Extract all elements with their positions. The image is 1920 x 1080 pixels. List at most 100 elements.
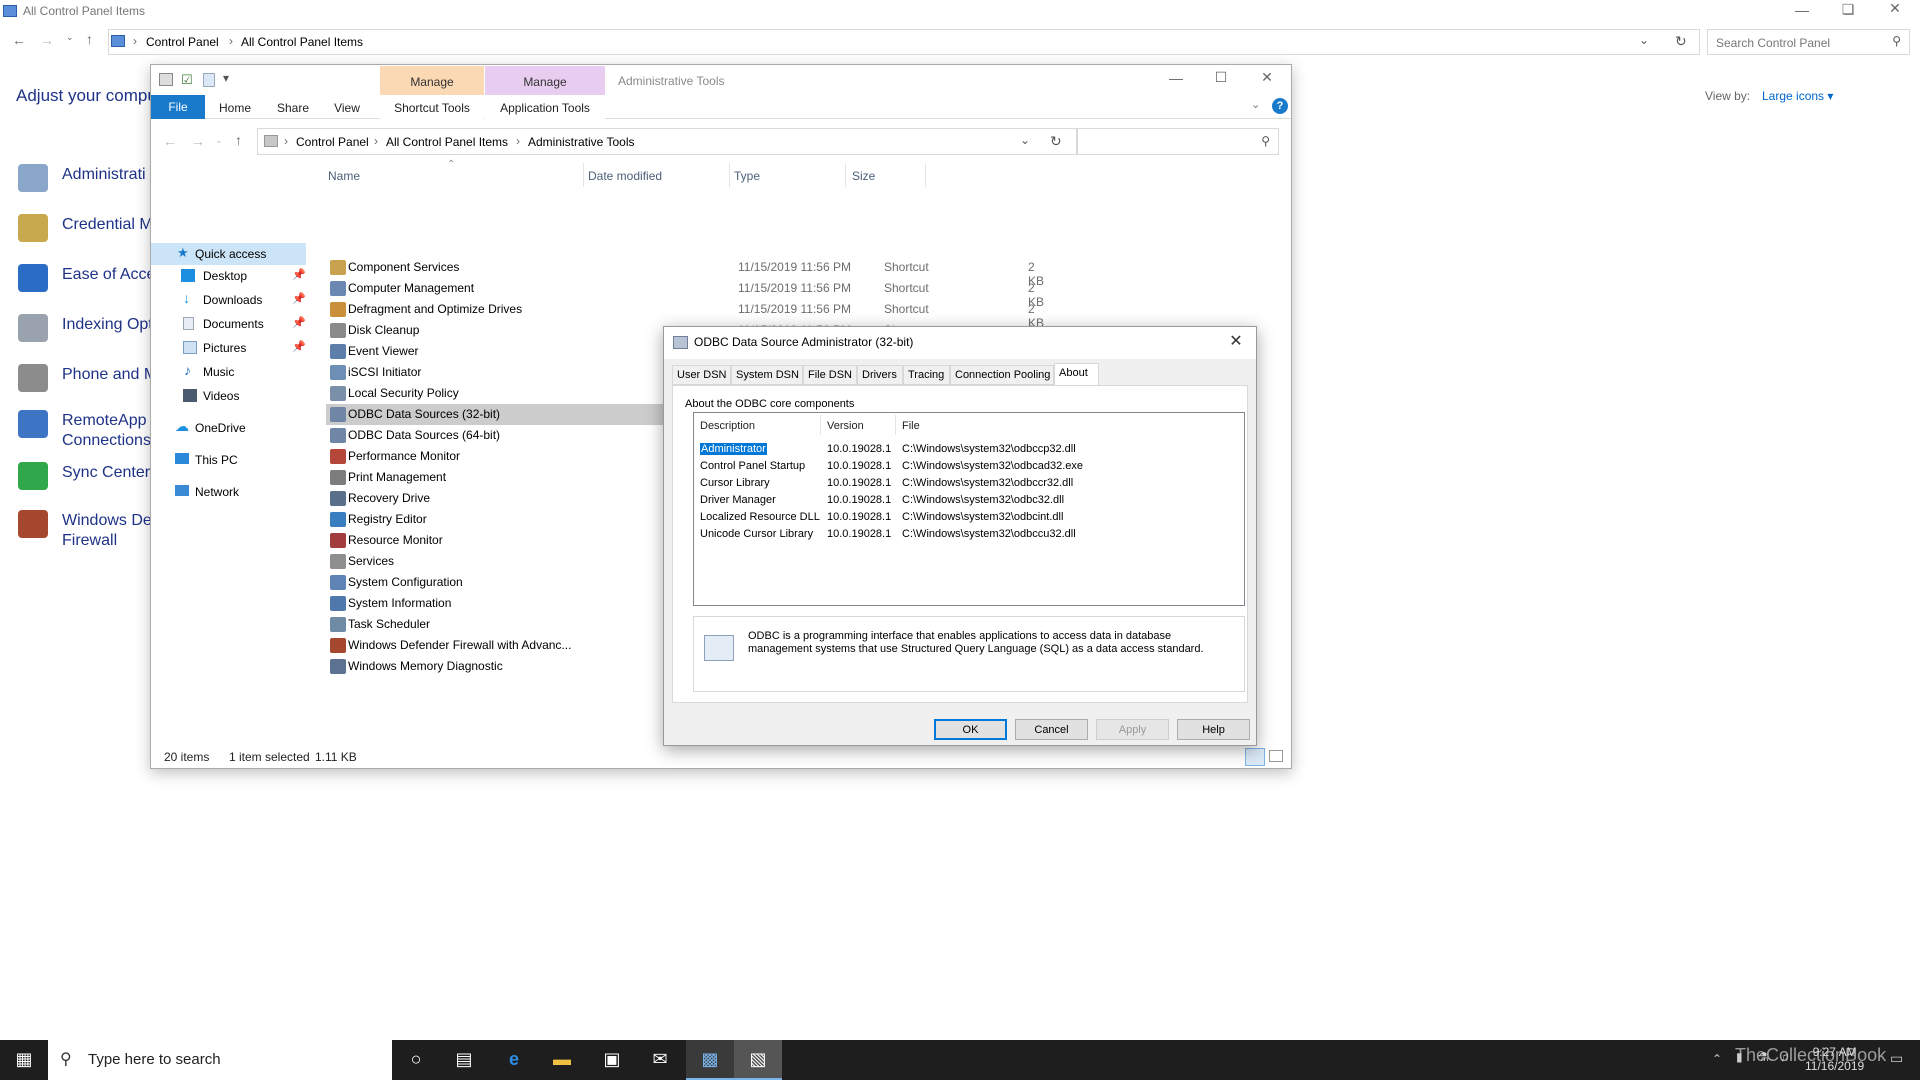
explorer-recent-icon[interactable]: ⌄: [215, 135, 223, 146]
back-arrow-icon[interactable]: ←: [12, 32, 26, 48]
ribbon-expand-icon[interactable]: ⌄: [1251, 98, 1260, 111]
outer-search-input[interactable]: Search Control Panel ⚲: [1707, 29, 1910, 55]
dialog-tab[interactable]: Drivers: [857, 365, 903, 385]
file-row[interactable]: Local Security Policy11/15/2019 11:: [326, 383, 816, 404]
dialog-tab[interactable]: Tracing: [903, 365, 950, 385]
explorer-up-icon[interactable]: ↑: [235, 132, 242, 148]
up-arrow-icon[interactable]: ↑: [86, 31, 93, 47]
dialog-tab[interactable]: Connection Pooling: [950, 365, 1054, 385]
dialog-tab[interactable]: System DSN: [731, 365, 803, 385]
explorer-address-bar[interactable]: › Control Panel › All Control Panel Item…: [257, 128, 1077, 155]
column-type[interactable]: Type: [734, 169, 760, 183]
outer-restore-button[interactable]: ❏: [1828, 1, 1868, 18]
tab-view[interactable]: View: [327, 95, 367, 119]
file-row[interactable]: ODBC Data Sources (32-bit)11/15/2019 11:: [326, 404, 816, 425]
notifications-icon[interactable]: ▭: [1890, 1050, 1903, 1067]
column-divider[interactable]: [729, 163, 730, 187]
file-row[interactable]: Defragment and Optimize Drives 11/15/2019…: [326, 299, 1044, 330]
tab-home[interactable]: Home: [211, 95, 259, 119]
file-row[interactable]: Registry Editor11/15/2019 11:: [326, 509, 816, 530]
tab-share[interactable]: Share: [269, 95, 317, 119]
control-panel-taskbar-icon[interactable]: ▩: [686, 1040, 734, 1080]
file-row[interactable]: Component Services 11/15/2019 11:56 PM Sho…: [326, 257, 1044, 288]
column-version[interactable]: Version: [827, 420, 864, 432]
dialog-tab[interactable]: About: [1054, 363, 1099, 386]
chevron-up-icon[interactable]: ⌃: [1712, 1052, 1722, 1066]
column-size[interactable]: Size: [852, 169, 875, 183]
forward-arrow-icon[interactable]: →: [40, 32, 54, 48]
file-row[interactable]: ODBC Data Sources (64-bit)11/15/2019 11:: [326, 425, 816, 446]
details-view-icon[interactable]: [1245, 748, 1265, 766]
nav-this-pc[interactable]: This PC: [151, 449, 306, 471]
mail-icon[interactable]: ✉: [636, 1040, 684, 1080]
tab-file[interactable]: File: [151, 95, 205, 119]
pin-icon[interactable]: 📌: [292, 340, 306, 353]
column-divider[interactable]: [925, 163, 926, 187]
store-icon[interactable]: ▣: [588, 1040, 636, 1080]
explorer-back-icon[interactable]: ←: [163, 133, 177, 149]
nav-onedrive[interactable]: ☁ OneDrive: [151, 417, 306, 439]
help-icon[interactable]: ?: [1272, 98, 1288, 114]
list-row[interactable]: Localized Resource DLL 10.0.19028.1 C:\Win…: [700, 509, 1240, 526]
nav-desktop[interactable]: Desktop 📌: [151, 265, 306, 287]
pin-icon[interactable]: 📌: [292, 292, 306, 305]
explorer-search-input[interactable]: ⚲: [1077, 128, 1279, 155]
outer-close-button[interactable]: ✕: [1875, 0, 1915, 17]
refresh-icon[interactable]: ↻: [1050, 133, 1062, 150]
breadcrumb-admin-tools[interactable]: Administrative Tools: [528, 135, 635, 149]
explorer-close-button[interactable]: ✕: [1247, 69, 1287, 86]
address-dropdown-icon[interactable]: ⌄: [1020, 133, 1030, 147]
file-row[interactable]: Computer Management 11/15/2019 11:56 PM Sh…: [326, 278, 1044, 309]
file-row[interactable]: Windows Defender Firewall with Advanc...…: [326, 635, 816, 656]
dialog-tab[interactable]: File DSN: [803, 365, 857, 385]
breadcrumb-control-panel[interactable]: Control Panel: [146, 35, 219, 49]
dialog-close-button[interactable]: ✕: [1224, 331, 1248, 351]
new-folder-icon[interactable]: [203, 73, 215, 87]
components-list[interactable]: Description Version File Administrator 10…: [693, 412, 1245, 606]
pin-icon[interactable]: 📌: [292, 316, 306, 329]
tab-application-tools[interactable]: Application Tools: [485, 95, 605, 119]
outer-address-bar[interactable]: › Control Panel › All Control Panel Item…: [108, 29, 1700, 55]
search-icon[interactable]: ⚲: [1261, 134, 1270, 148]
nav-pictures[interactable]: Pictures 📌: [151, 337, 306, 359]
column-divider[interactable]: [895, 415, 896, 435]
file-row[interactable]: Task Scheduler11/15/2019 11:: [326, 614, 816, 635]
checkbox-icon[interactable]: ☑: [181, 72, 193, 88]
task-view-icon[interactable]: ▤: [440, 1040, 488, 1080]
odbc-taskbar-icon[interactable]: ▧: [734, 1040, 782, 1080]
search-icon[interactable]: ⚲: [1892, 34, 1901, 48]
tab-shortcut-tools[interactable]: Shortcut Tools: [380, 95, 484, 119]
start-button[interactable]: ▦: [0, 1040, 48, 1080]
properties-icon[interactable]: [159, 73, 173, 86]
nav-downloads[interactable]: ↓ Downloads 📌: [151, 289, 306, 311]
pin-icon[interactable]: 📌: [292, 268, 306, 281]
file-row[interactable]: Resource Monitor11/15/2019 11:: [326, 530, 816, 551]
explorer-maximize-button[interactable]: ☐: [1201, 69, 1241, 86]
list-row[interactable]: Unicode Cursor Library 10.0.19028.1 C:\Win…: [700, 526, 1240, 543]
file-row[interactable]: Recovery Drive11/15/2019 11:: [326, 488, 816, 509]
column-divider[interactable]: [845, 163, 846, 187]
help-button[interactable]: Help: [1177, 719, 1250, 740]
file-row[interactable]: System Configuration11/15/2019 11:: [326, 572, 816, 593]
large-icons-view-icon[interactable]: [1269, 750, 1283, 762]
edge-icon[interactable]: e: [490, 1040, 538, 1080]
view-by-dropdown[interactable]: Large icons ▾: [1762, 89, 1833, 103]
file-row[interactable]: Print Management11/15/2019 12:: [326, 467, 817, 488]
file-explorer-icon[interactable]: ▬: [538, 1040, 586, 1080]
refresh-icon[interactable]: ↻: [1675, 33, 1687, 50]
outer-minimize-button[interactable]: —: [1782, 2, 1822, 18]
cortana-icon[interactable]: ○: [392, 1040, 440, 1080]
column-divider[interactable]: [583, 163, 584, 187]
file-row[interactable]: Windows Memory Diagnostic11/15/2019 11:: [326, 656, 816, 677]
column-name[interactable]: Name: [328, 169, 360, 183]
dialog-tab[interactable]: User DSN: [672, 365, 731, 385]
nav-network[interactable]: Network: [151, 481, 306, 503]
taskbar-search-box[interactable]: ⚲ Type here to search: [48, 1040, 392, 1080]
column-divider[interactable]: [820, 415, 821, 435]
apply-button[interactable]: Apply: [1096, 719, 1169, 740]
column-date[interactable]: Date modified: [588, 169, 662, 183]
address-dropdown-icon[interactable]: ⌄: [1639, 33, 1649, 47]
file-row[interactable]: Services11/15/2019 11:: [326, 551, 816, 572]
column-file[interactable]: File: [902, 420, 920, 432]
breadcrumb-all-items[interactable]: All Control Panel Items: [386, 135, 508, 149]
